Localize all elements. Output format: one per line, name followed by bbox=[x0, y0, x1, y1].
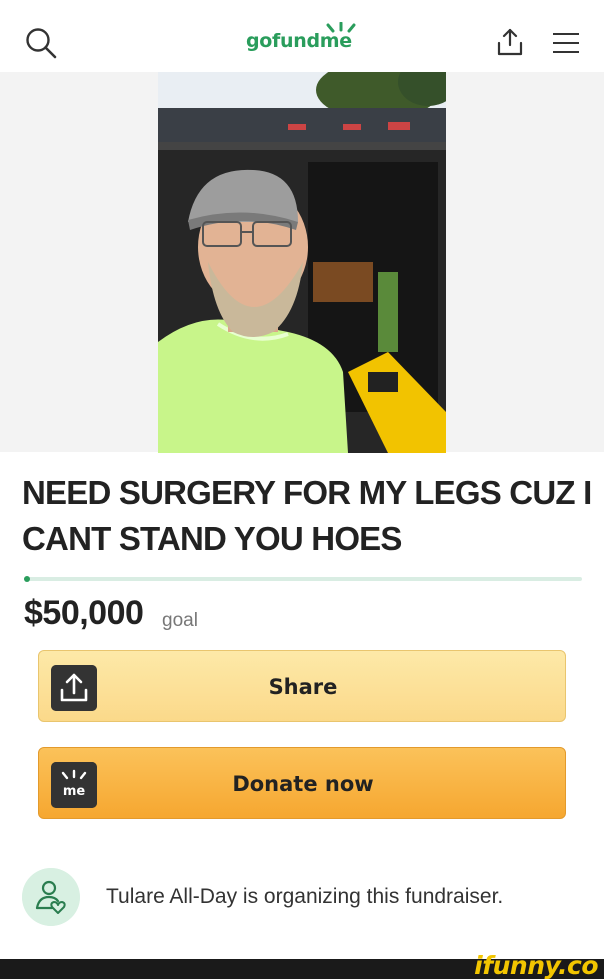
ifunny-watermark: ifunny.co bbox=[474, 951, 598, 980]
share-icon[interactable] bbox=[496, 27, 524, 57]
donate-button-label: Donate now bbox=[232, 772, 374, 796]
organizer-text: Tulare All-Day is organizing this fundra… bbox=[106, 885, 504, 908]
organizer-icon bbox=[22, 868, 80, 926]
progress-bar-fill bbox=[24, 576, 30, 582]
goal-amount: $50,000 bbox=[24, 594, 144, 632]
logo-spark-icon bbox=[326, 22, 356, 33]
menu-icon[interactable] bbox=[552, 32, 580, 54]
donate-button[interactable]: me Donate now bbox=[38, 747, 566, 819]
campaign-title: NEED SURGERY FOR MY LEGS CUZ I CANT STAN… bbox=[22, 474, 592, 557]
search-icon[interactable] bbox=[24, 26, 58, 60]
campaign-photo bbox=[158, 72, 446, 453]
share-button-label: Share bbox=[268, 675, 338, 699]
progress-bar bbox=[24, 576, 582, 582]
top-bar: gofundme bbox=[0, 0, 604, 72]
goal-label: goal bbox=[162, 610, 198, 631]
share-button[interactable]: Share bbox=[38, 650, 566, 722]
